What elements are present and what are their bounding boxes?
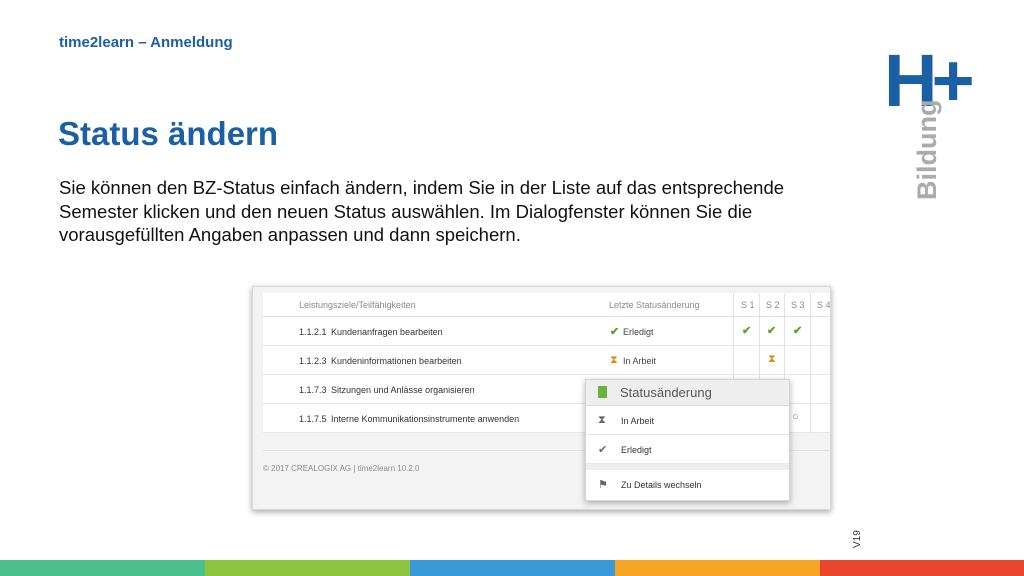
popup-header: Statusänderung [586, 380, 789, 406]
footer-stripe [0, 560, 205, 576]
hourglass-icon: ⧗ [610, 354, 618, 366]
column-header-s2: S 2 [766, 300, 780, 310]
popup-item-in-arbeit[interactable]: ⧗ In Arbeit [586, 406, 789, 435]
row-name: Kundenanfragen bearbeiten [331, 327, 443, 337]
popup-item-label: Zu Details wechseln [621, 480, 702, 490]
logo-subtitle: Bildung [912, 99, 942, 200]
app-footer: © 2017 CREALOGIX AG | time2learn 10.2.0 [263, 464, 420, 473]
column-header-last-change: Letzte Statusänderung [609, 300, 700, 310]
hourglass-icon: ⧗ [598, 414, 606, 426]
footer-stripe [615, 560, 820, 576]
table-row[interactable]: 1.1.2.3 Kundeninformationen bearbeiten ⧗… [263, 346, 830, 375]
column-header-goals: Leistungsziele/Teilfähigkeiten [299, 300, 416, 310]
semester-s3-check-icon[interactable]: ✔ [793, 324, 802, 337]
version-label: V19 [852, 530, 863, 548]
logo: H+ Bildung [880, 40, 990, 201]
page-title: Status ändern [58, 115, 279, 152]
status-change-popup: Statusänderung ⧗ In Arbeit ✔ Erledigt ⚑ … [585, 379, 790, 501]
check-icon: ✔ [610, 326, 620, 338]
popup-title: Statusänderung [620, 385, 712, 400]
column-divider [810, 293, 811, 433]
body-text: Sie können den BZ-Status einfach ändern,… [59, 177, 785, 245]
popup-item-label: In Arbeit [621, 416, 655, 426]
row-code: 1.1.7.5 [299, 414, 327, 424]
row-status: In Arbeit [623, 356, 657, 366]
footer-stripe [205, 560, 410, 576]
table-row[interactable]: 1.1.2.1 Kundenanfragen bearbeiten ✔ Erle… [263, 317, 830, 346]
footer-stripe [820, 560, 1024, 576]
semester-s2-check-icon[interactable]: ✔ [767, 324, 776, 337]
row-name: Interne Kommunikationsinstrumente anwend… [331, 414, 520, 424]
popup-item-label: Erledigt [621, 445, 652, 455]
column-header-s1: S 1 [741, 300, 755, 310]
popup-item-details[interactable]: ⚑ Zu Details wechseln [586, 470, 789, 499]
row-name: Sitzungen und Anlässe organisieren [331, 385, 475, 395]
row-code: 1.1.7.3 [299, 385, 327, 395]
flag-icon: ⚑ [598, 479, 608, 491]
check-icon: ✔ [598, 444, 608, 456]
column-header-s3: S 3 [791, 300, 805, 310]
table-header: Leistungsziele/Teilfähigkeiten Letzte St… [263, 293, 831, 317]
column-header-s4: S 4 [817, 300, 831, 310]
row-code: 1.1.2.3 [299, 356, 327, 366]
semester-s1-check-icon[interactable]: ✔ [742, 324, 751, 337]
footer-stripe [410, 560, 615, 576]
row-code: 1.1.2.1 [299, 327, 327, 337]
row-status: Erledigt [623, 327, 654, 337]
semester-s2-hourglass-icon[interactable]: ⧗ [768, 353, 776, 366]
row-name: Kundeninformationen bearbeiten [331, 356, 462, 366]
semester-s3-empty-circle-icon[interactable]: ○ [792, 411, 799, 423]
popup-item-erledigt[interactable]: ✔ Erledigt [586, 435, 789, 464]
header-kicker: time2learn – Anmeldung [59, 34, 233, 51]
document-icon [598, 386, 607, 398]
app-screenshot: Leistungsziele/Teilfähigkeiten Letzte St… [252, 286, 831, 510]
